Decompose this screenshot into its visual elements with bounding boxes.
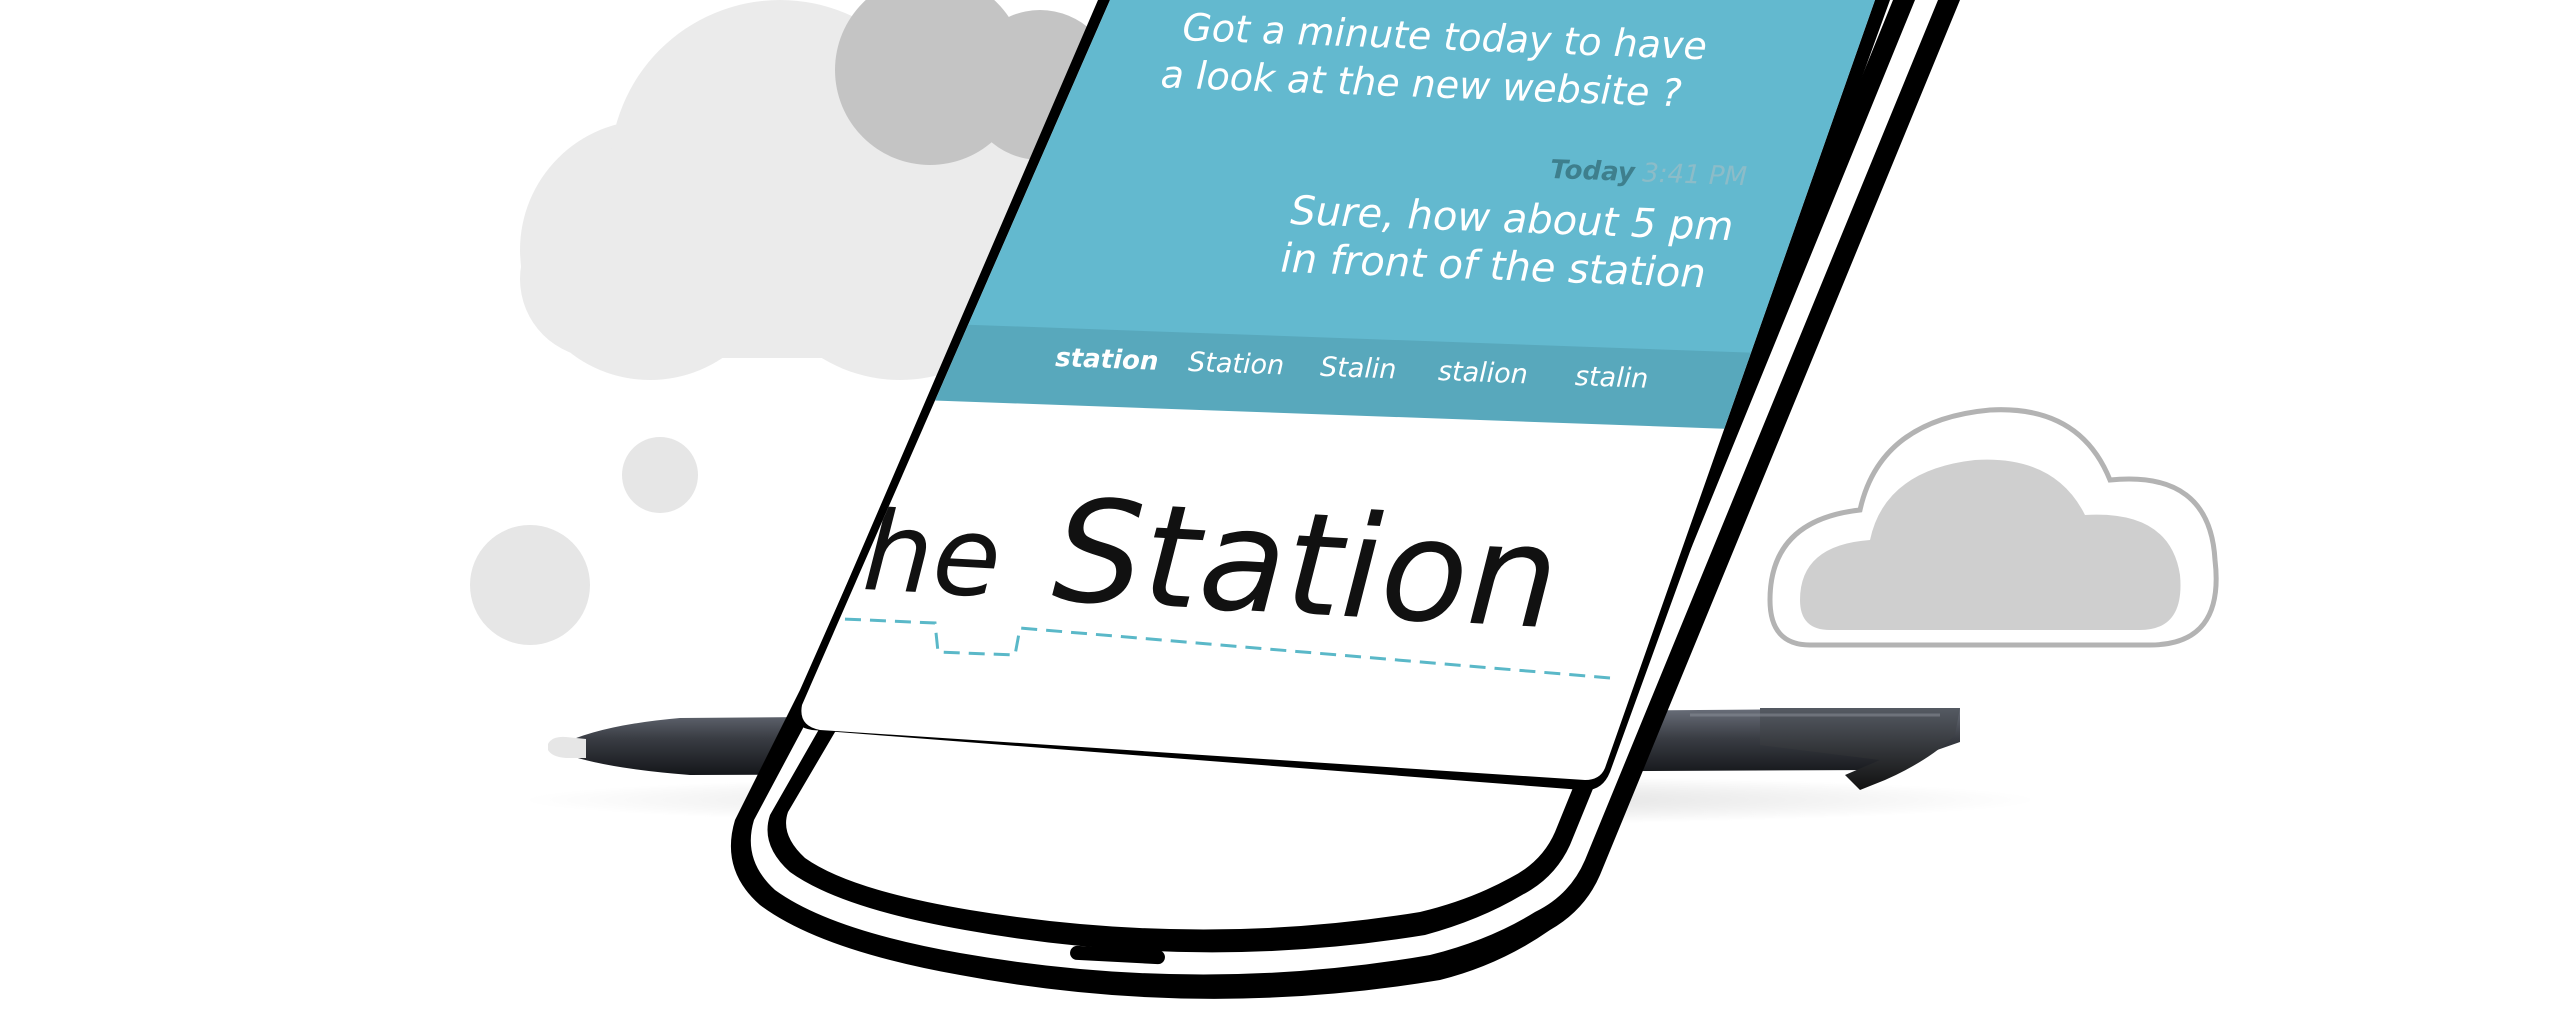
reply-day-label: Today [1550, 155, 1637, 188]
handwriting-word: Station [1049, 469, 1562, 662]
suggestion-item[interactable]: Stalin [1320, 352, 1397, 386]
bubble-dot [470, 525, 590, 645]
suggestion-item[interactable]: stalin [1574, 361, 1648, 395]
bubble-dot [622, 437, 698, 513]
reply-timestamp: 3:41 PM [1642, 158, 1748, 192]
suggestion-item-selected[interactable]: station [1055, 343, 1159, 377]
handwriting-illustration: Got a minute today to have a look at the… [470, 0, 2219, 999]
cloud-icon [1767, 407, 2219, 648]
suggestion-item[interactable]: Station [1188, 347, 1285, 381]
suggestion-item[interactable]: stalion [1437, 356, 1528, 390]
